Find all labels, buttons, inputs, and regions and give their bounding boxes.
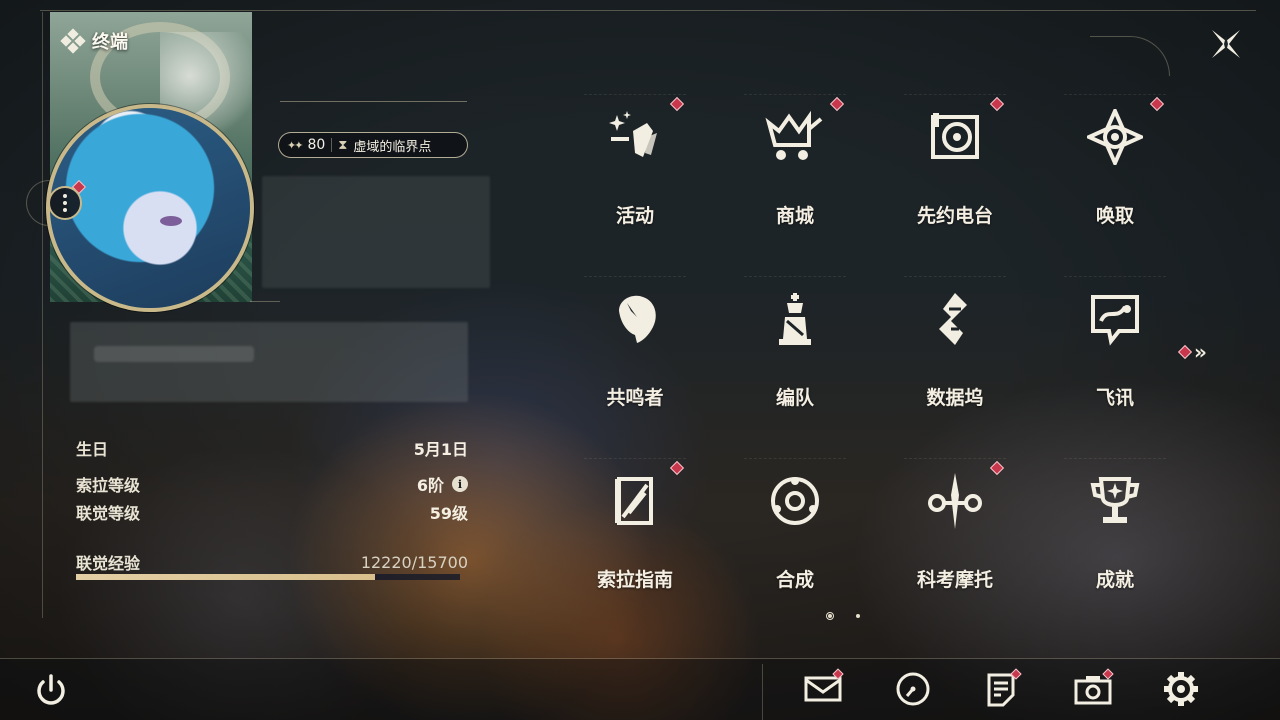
events-icon xyxy=(605,107,665,167)
power-icon xyxy=(37,674,65,705)
page-title-row: 终端 xyxy=(60,28,128,54)
trophy-icon xyxy=(1085,471,1145,531)
terminal-diamond-icon xyxy=(60,28,86,54)
settings-gear-icon xyxy=(1164,672,1198,706)
double-chevron-right-icon: » xyxy=(1194,340,1207,364)
info-icon[interactable]: i xyxy=(452,476,468,492)
radio-vinyl-icon xyxy=(925,107,985,167)
motorcycle-icon xyxy=(925,471,985,531)
notify-dot xyxy=(989,96,1005,112)
data-dock-icon xyxy=(925,289,985,349)
frame-left-line xyxy=(42,12,43,618)
hourglass-icon: ⧗ xyxy=(338,137,348,153)
stat-row-union-level: 联觉等级 59级 xyxy=(76,504,468,523)
resonator-head-icon xyxy=(605,289,665,349)
notify-dot xyxy=(1177,344,1193,360)
notify-dot xyxy=(989,460,1005,476)
convene-star-icon xyxy=(1085,107,1145,167)
avatar-eye xyxy=(160,216,182,226)
chess-team-icon xyxy=(765,289,825,349)
notify-dot xyxy=(1149,96,1165,112)
guide-book-icon xyxy=(605,471,665,531)
region-name: 虚域的临界点 xyxy=(353,139,432,155)
notify-dot xyxy=(669,96,685,112)
menu-item-messages[interactable]: 飞讯 xyxy=(1064,276,1166,416)
shop-crown-cart-icon xyxy=(765,107,825,167)
page-title: 终端 xyxy=(92,32,128,53)
stat-row-birthday: 生日 5月1日 xyxy=(76,440,468,459)
deco-line xyxy=(250,301,280,302)
close-button[interactable] xyxy=(1196,14,1256,74)
menu-item-convene[interactable]: 唤取 xyxy=(1064,94,1166,234)
power-button[interactable] xyxy=(32,672,70,710)
pagination xyxy=(826,612,860,620)
next-page-button[interactable]: » xyxy=(1177,340,1207,364)
menu-item-radio[interactable]: 先约电台 xyxy=(904,94,1006,234)
menu-item-team[interactable]: 编队 xyxy=(744,276,846,416)
time-button[interactable] xyxy=(892,668,934,710)
notify-dot xyxy=(829,96,845,112)
menu-item-synthesis[interactable]: 合成 xyxy=(744,458,846,598)
menu-item-events[interactable]: 活动 xyxy=(584,94,686,234)
settings-button[interactable] xyxy=(1160,668,1202,710)
deco-line xyxy=(280,101,467,102)
menu-item-achievements[interactable]: 成就 xyxy=(1064,458,1166,598)
close-icon xyxy=(1212,30,1240,58)
clock-icon xyxy=(896,672,930,706)
sola-level-value: 6阶 xyxy=(416,476,444,495)
level-badge[interactable]: ✦✦ 80 ⧗ 虚域的临界点 xyxy=(278,132,468,158)
avatar-more-button[interactable] xyxy=(48,186,82,220)
menu-item-motorcycle[interactable]: 科考摩托 xyxy=(904,458,1006,598)
chat-bubble-icon xyxy=(1085,289,1145,349)
menu-item-shop[interactable]: 商城 xyxy=(744,94,846,234)
level-number: 80 xyxy=(307,137,326,153)
menu-item-guide[interactable]: 索拉指南 xyxy=(584,458,686,598)
camera-button[interactable] xyxy=(1072,668,1114,710)
notes-button[interactable] xyxy=(980,668,1022,710)
blurred-name-area xyxy=(262,176,490,288)
frame-top-curve xyxy=(1090,36,1170,76)
page-indicator-1[interactable] xyxy=(826,612,834,620)
notify-dot xyxy=(669,460,685,476)
blurred-signature-area xyxy=(70,322,468,402)
synthesis-ring-icon xyxy=(765,471,825,531)
bottom-divider xyxy=(762,664,763,720)
menu-item-data-dock[interactable]: 数据坞 xyxy=(904,276,1006,416)
frame-top-line xyxy=(40,10,1256,11)
frame-bottom-line xyxy=(0,658,1280,659)
exp-progress-fill xyxy=(76,574,375,580)
menu-item-resonators[interactable]: 共鸣者 xyxy=(584,276,686,416)
mail-button[interactable] xyxy=(802,668,844,710)
exp-progress-bar xyxy=(76,574,460,580)
sparkle-icon: ✦✦ xyxy=(287,138,304,152)
more-dots-icon xyxy=(63,194,67,212)
page-indicator-2[interactable] xyxy=(856,614,860,618)
